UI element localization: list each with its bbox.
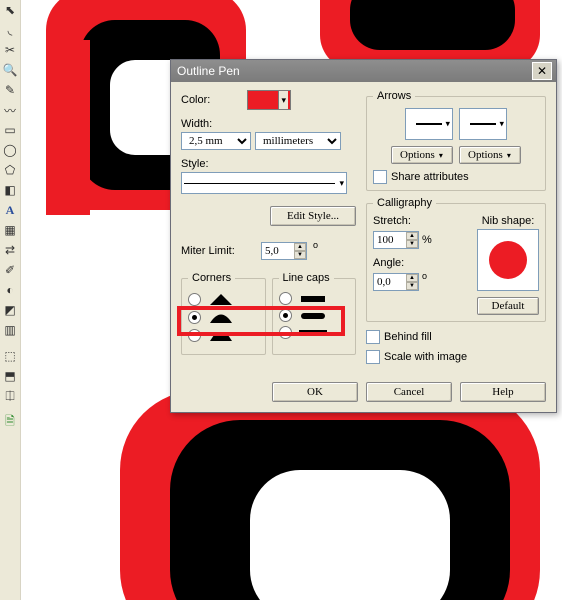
- nib-dot-icon: [489, 241, 527, 279]
- tool-rectangle[interactable]: ▭: [1, 121, 19, 139]
- corners-miter[interactable]: [188, 290, 259, 308]
- corners-round[interactable]: [188, 308, 259, 326]
- help-button[interactable]: Help: [460, 382, 546, 402]
- width-value[interactable]: 2,5 mm: [181, 132, 251, 150]
- nib-preview: [477, 229, 539, 291]
- linecap-square[interactable]: [279, 324, 350, 341]
- chevron-down-icon: ▾: [339, 178, 344, 189]
- tool-page[interactable]: 🗎: [1, 413, 19, 431]
- arrows-group: Arrows ▾ ▾ Options▾ Options▾ Share attri…: [366, 90, 546, 191]
- angle-input[interactable]: ▲▼: [373, 273, 419, 291]
- arrow-end-picker[interactable]: ▾: [459, 108, 507, 140]
- angle-label: Angle:: [373, 257, 469, 269]
- tool-shapes[interactable]: ◧: [1, 181, 19, 199]
- degree-icon: o: [313, 240, 318, 250]
- style-label: Style:: [181, 158, 356, 170]
- spin-up-icon[interactable]: ▲: [294, 243, 306, 251]
- linecap-flat[interactable]: [279, 290, 350, 307]
- tool-freehand[interactable]: ✎: [1, 81, 19, 99]
- tool-fill[interactable]: ◩: [1, 301, 19, 319]
- tool-eyedropper[interactable]: ✐: [1, 261, 19, 279]
- edit-style-button[interactable]: Edit Style...: [270, 206, 356, 226]
- tool-outline[interactable]: ◐: [1, 281, 19, 299]
- default-button[interactable]: Default: [477, 297, 539, 315]
- behind-fill-checkbox[interactable]: Behind fill: [366, 330, 546, 344]
- toolbox: ⬉ ◟ ✂ 🔍 ✎ 〰 ▭ ◯ ⬠ ◧ A ▦ ⇄ ✐ ◐ ◩ ▥ ⬚ ⬒ ⎅ …: [0, 0, 21, 600]
- dialog-titlebar[interactable]: Outline Pen ✕: [171, 60, 556, 82]
- tool-misc1[interactable]: ⬚: [1, 347, 19, 365]
- tool-misc3[interactable]: ⎅: [1, 387, 19, 405]
- stretch-input[interactable]: ▲▼: [373, 231, 419, 249]
- style-picker[interactable]: ▾: [181, 172, 347, 194]
- linecaps-legend: Line caps: [279, 272, 334, 284]
- color-label: Color:: [181, 94, 241, 106]
- arrow-end-options[interactable]: Options▾: [459, 146, 521, 164]
- tool-ellipse[interactable]: ◯: [1, 141, 19, 159]
- tool-text[interactable]: A: [1, 201, 19, 219]
- width-units[interactable]: millimeters: [255, 132, 341, 150]
- tool-shape[interactable]: ◟: [1, 21, 19, 39]
- corners-group: Corners: [181, 272, 266, 355]
- arrows-legend: Arrows: [373, 90, 415, 102]
- scale-with-image-checkbox[interactable]: Scale with image: [366, 350, 546, 364]
- calligraphy-group: Calligraphy Stretch: ▲▼ % Angle:: [366, 197, 546, 322]
- width-label: Width:: [181, 118, 356, 130]
- corners-legend: Corners: [188, 272, 235, 284]
- tool-smart[interactable]: 〰: [1, 101, 19, 119]
- tool-pick[interactable]: ⬉: [1, 1, 19, 19]
- calligraphy-legend: Calligraphy: [373, 197, 436, 209]
- tool-crop[interactable]: ✂: [1, 41, 19, 59]
- close-button[interactable]: ✕: [532, 62, 552, 80]
- outline-pen-dialog: Outline Pen ✕ Color: ▾ Width: 2,5 mm mil…: [170, 59, 557, 413]
- linecaps-group: Line caps: [272, 272, 357, 355]
- ok-button[interactable]: OK: [272, 382, 358, 402]
- corners-bevel[interactable]: [188, 326, 259, 344]
- dialog-title: Outline Pen: [175, 64, 532, 78]
- color-picker[interactable]: ▾: [247, 90, 291, 110]
- arrow-start-picker[interactable]: ▾: [405, 108, 453, 140]
- dialog-footer: OK Cancel Help: [171, 374, 556, 412]
- tool-polygon[interactable]: ⬠: [1, 161, 19, 179]
- nib-shape-label: Nib shape:: [482, 215, 535, 227]
- stretch-label: Stretch:: [373, 215, 469, 227]
- linecap-round[interactable]: [279, 307, 350, 324]
- tool-zoom[interactable]: 🔍: [1, 61, 19, 79]
- miter-label: Miter Limit:: [181, 245, 255, 257]
- tool-interactive-fill[interactable]: ▥: [1, 321, 19, 339]
- tool-misc2[interactable]: ⬒: [1, 367, 19, 385]
- arrow-start-options[interactable]: Options▾: [391, 146, 453, 164]
- tool-table[interactable]: ▦: [1, 221, 19, 239]
- share-attributes-checkbox[interactable]: Share attributes: [373, 170, 539, 184]
- chevron-down-icon: ▾: [278, 91, 288, 109]
- spin-down-icon[interactable]: ▼: [294, 251, 306, 259]
- miter-limit-input[interactable]: ▲▼: [261, 242, 307, 260]
- cancel-button[interactable]: Cancel: [366, 382, 452, 402]
- tool-blend[interactable]: ⇄: [1, 241, 19, 259]
